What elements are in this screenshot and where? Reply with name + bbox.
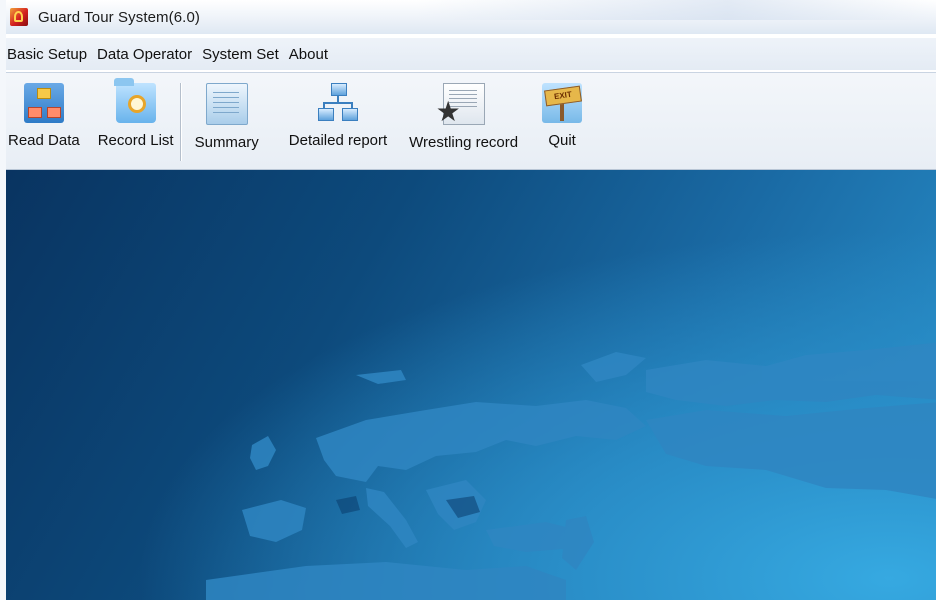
app-window: Guard Tour System(6.0) Basic Setup Data … — [0, 0, 936, 600]
world-map-background — [206, 342, 936, 600]
wrestling-record-label: Wrestling record — [409, 134, 519, 151]
record-list-icon — [113, 78, 156, 123]
app-logo-icon[interactable] — [10, 8, 28, 26]
record-list-button[interactable]: Record List — [98, 73, 174, 159]
detailed-report-button[interactable]: Detailed report — [289, 73, 387, 159]
title-bar-glow — [416, 0, 936, 20]
detailed-report-label: Detailed report — [288, 132, 388, 149]
toolbar: Read Data Record List Summary Detailed r… — [6, 72, 936, 171]
wrestling-record-button[interactable]: Wrestling record — [409, 73, 518, 159]
summary-icon — [205, 83, 248, 125]
exit-sign-text: EXIT — [544, 85, 583, 107]
read-data-label: Read Data — [8, 132, 80, 149]
menu-about[interactable]: About — [288, 46, 335, 63]
read-data-icon — [23, 83, 64, 123]
main-workspace — [6, 170, 936, 600]
menu-data-operator[interactable]: Data Operator — [96, 46, 199, 63]
read-data-button[interactable]: Read Data — [8, 73, 80, 159]
quit-button[interactable]: EXIT Quit — [542, 73, 583, 159]
record-list-label: Record List — [97, 132, 174, 149]
window-title: Guard Tour System(6.0) — [38, 8, 200, 26]
title-bar[interactable]: Guard Tour System(6.0) — [6, 0, 936, 34]
wrestling-record-icon — [436, 83, 485, 126]
menu-basic-setup[interactable]: Basic Setup — [6, 46, 94, 63]
exit-sign-icon: EXIT — [542, 83, 583, 123]
detailed-report-icon — [317, 83, 358, 123]
toolbar-separator — [179, 83, 181, 161]
summary-button[interactable]: Summary — [195, 73, 259, 159]
quit-label: Quit — [548, 132, 576, 149]
menu-bar: Basic Setup Data Operator System Set Abo… — [6, 38, 936, 70]
menu-system-set[interactable]: System Set — [201, 46, 286, 63]
summary-label: Summary — [194, 134, 259, 151]
